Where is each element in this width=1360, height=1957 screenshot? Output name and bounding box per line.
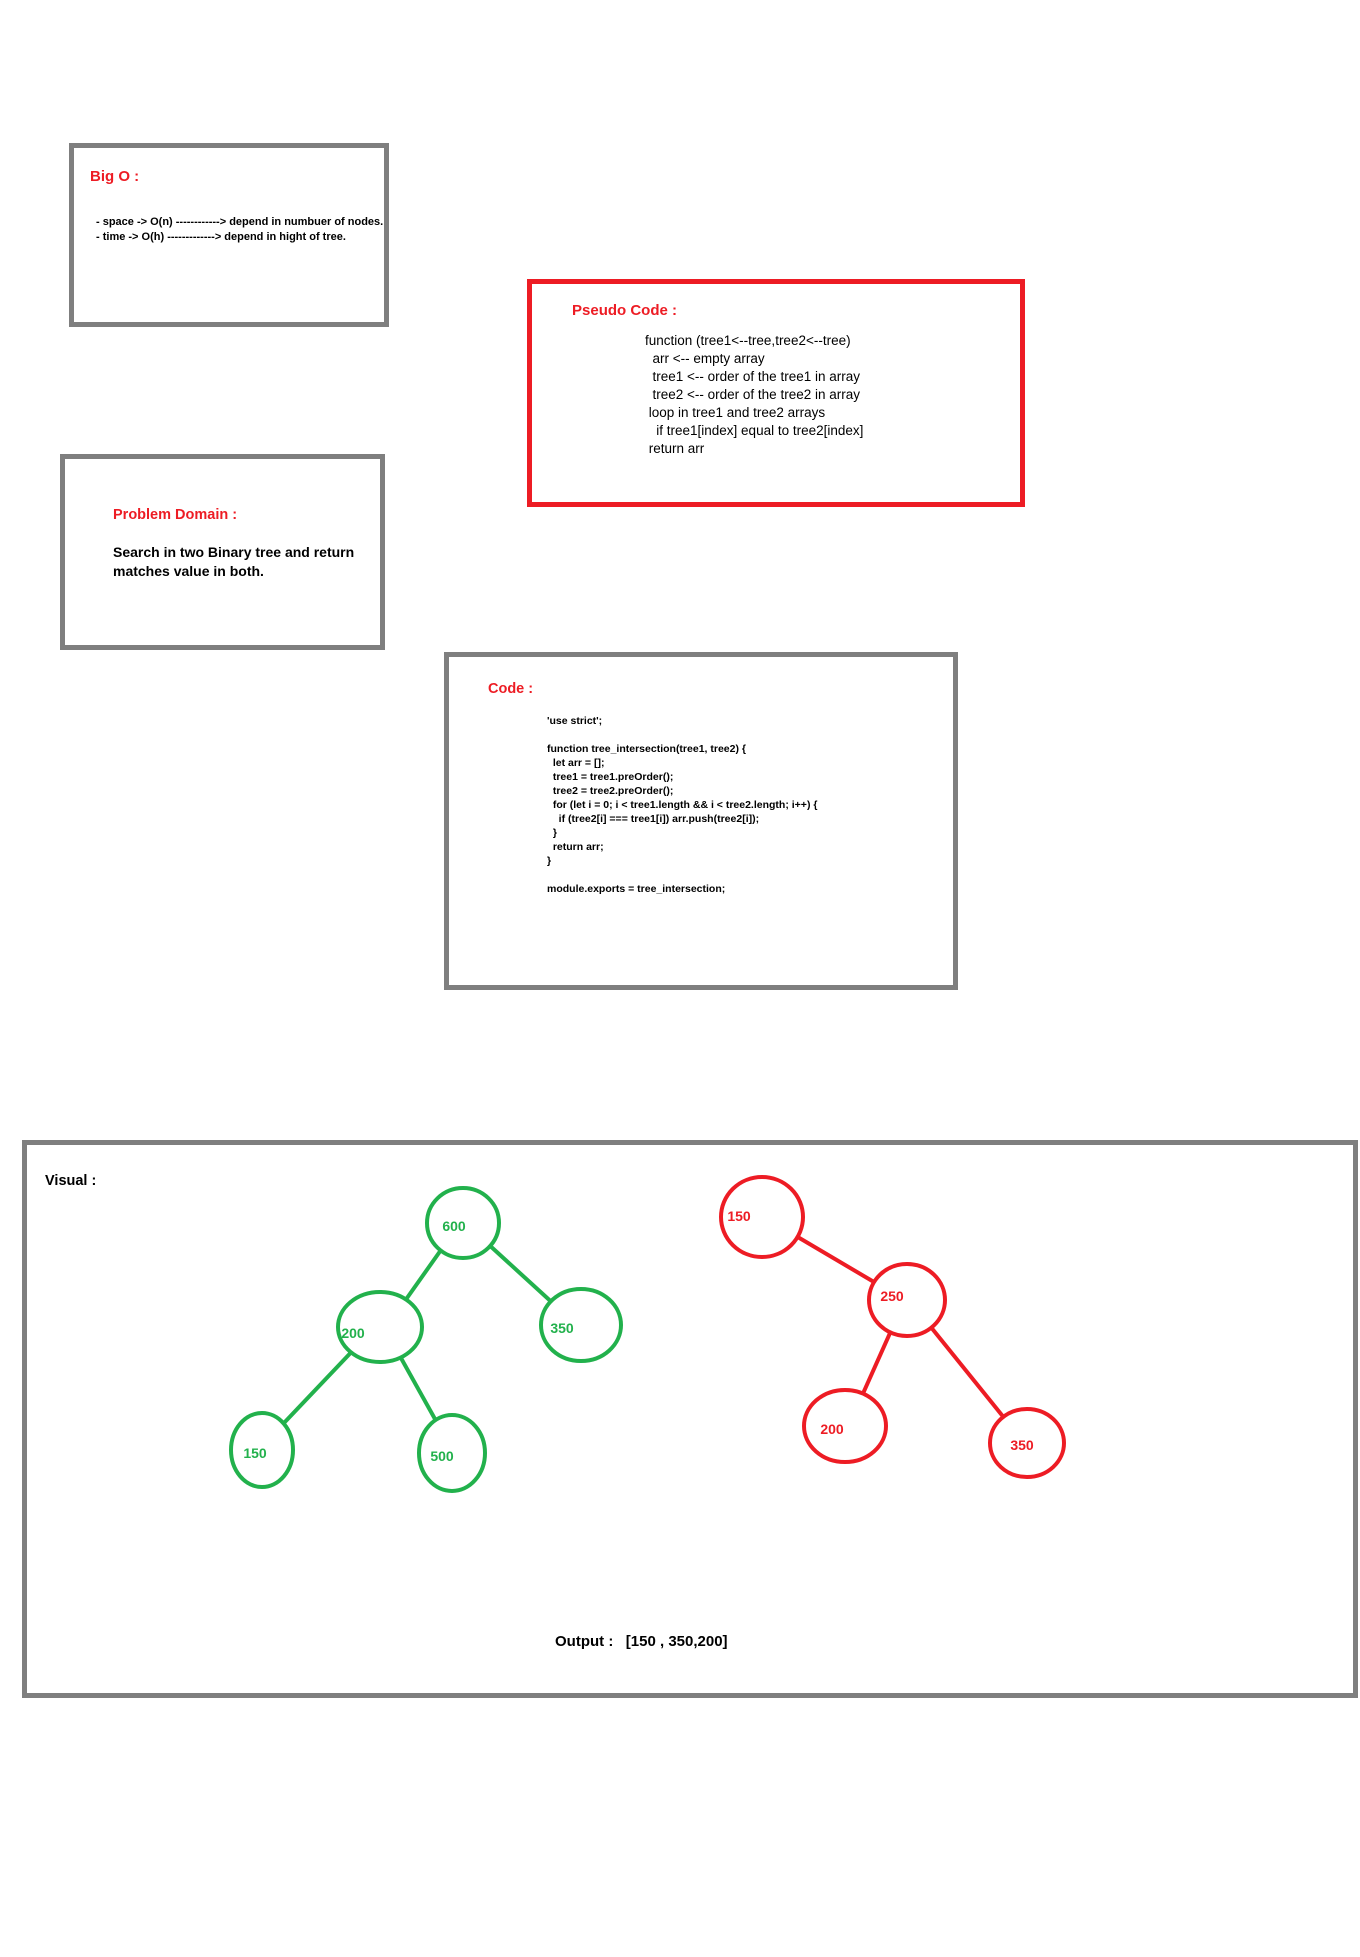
- tree1-node-label: 500: [430, 1448, 454, 1464]
- big-o-time-line: - time -> O(h) -------------> depend in …: [96, 231, 346, 243]
- tree2-edge: [860, 1329, 893, 1397]
- pseudo-code-title: Pseudo Code :: [572, 302, 678, 319]
- big-o-panel: Big O : - space -> O(n) ------------> de…: [69, 143, 389, 327]
- code-line: tree2 = tree2.preOrder();: [547, 785, 674, 797]
- pseudo-code-line: function (tree1<--tree,tree2<--tree): [645, 333, 851, 348]
- tree1-edge: [487, 1243, 554, 1305]
- visual-panel: Visual : 600 200 350 150 500 150 250 200 350 Out…: [22, 1140, 1358, 1698]
- code-line: }: [547, 855, 552, 867]
- pseudo-code-panel: Pseudo Code : function (tree1<--tree,tre…: [527, 279, 1025, 507]
- pseudo-code-line: if tree1[index] equal to tree2[index]: [645, 423, 864, 438]
- tree2-edge: [794, 1234, 877, 1285]
- tree2-node-label: 200: [820, 1421, 844, 1437]
- pseudo-code-line: arr <-- empty array: [645, 351, 765, 366]
- code-line: if (tree2[i] === tree1[i]) arr.push(tree…: [547, 813, 760, 825]
- code-line: tree1 = tree1.preOrder();: [547, 771, 674, 783]
- problem-domain-line: Search in two Binary tree and return: [113, 544, 355, 560]
- big-o-title: Big O :: [90, 168, 140, 185]
- trees-diagram: 600 200 350 150 500 150 250 200 350: [229, 1175, 1066, 1493]
- pseudo-code-line: tree2 <-- order of the tree2 in array: [645, 387, 860, 402]
- problem-domain-panel: Problem Domain : Search in two Binary tr…: [60, 454, 385, 650]
- tree1-edge: [403, 1247, 444, 1303]
- pseudo-code-line: return arr: [645, 441, 705, 456]
- code-title: Code :: [488, 681, 534, 697]
- tree1-edge: [398, 1354, 439, 1423]
- output-text: Output : [150 , 350,200]: [555, 1633, 728, 1650]
- tree1-edge: [280, 1349, 354, 1427]
- code-line: 'use strict';: [547, 715, 603, 727]
- pseudo-code-line: tree1 <-- order of the tree1 in array: [645, 369, 860, 384]
- problem-domain-title: Problem Domain :: [113, 507, 238, 523]
- problem-domain-line: matches value in both.: [113, 563, 264, 579]
- code-line: let arr = [];: [547, 757, 605, 769]
- code-line: module.exports = tree_intersection;: [547, 883, 726, 895]
- tree2-node-label: 350: [1010, 1437, 1034, 1453]
- tree2-edge: [928, 1324, 1006, 1420]
- tree1-node-label: 600: [442, 1218, 466, 1234]
- tree2-node: [802, 1388, 888, 1464]
- tree2-node-label: 150: [727, 1208, 751, 1224]
- code-line: return arr;: [547, 841, 604, 853]
- code-panel: Code : 'use strict'; function tree_inter…: [444, 652, 958, 990]
- code-line: for (let i = 0; i < tree1.length && i < …: [547, 799, 818, 811]
- big-o-space-line: - space -> O(n) ------------> depend in …: [96, 216, 384, 228]
- tree2-node-label: 250: [880, 1288, 904, 1304]
- tree1-node-label: 200: [341, 1325, 365, 1341]
- tree1-node-label: 350: [550, 1320, 574, 1336]
- tree1-node-label: 150: [243, 1445, 267, 1461]
- code-line: function tree_intersection(tree1, tree2)…: [547, 743, 746, 755]
- code-line: }: [547, 827, 557, 839]
- pseudo-code-line: loop in tree1 and tree2 arrays: [645, 405, 826, 420]
